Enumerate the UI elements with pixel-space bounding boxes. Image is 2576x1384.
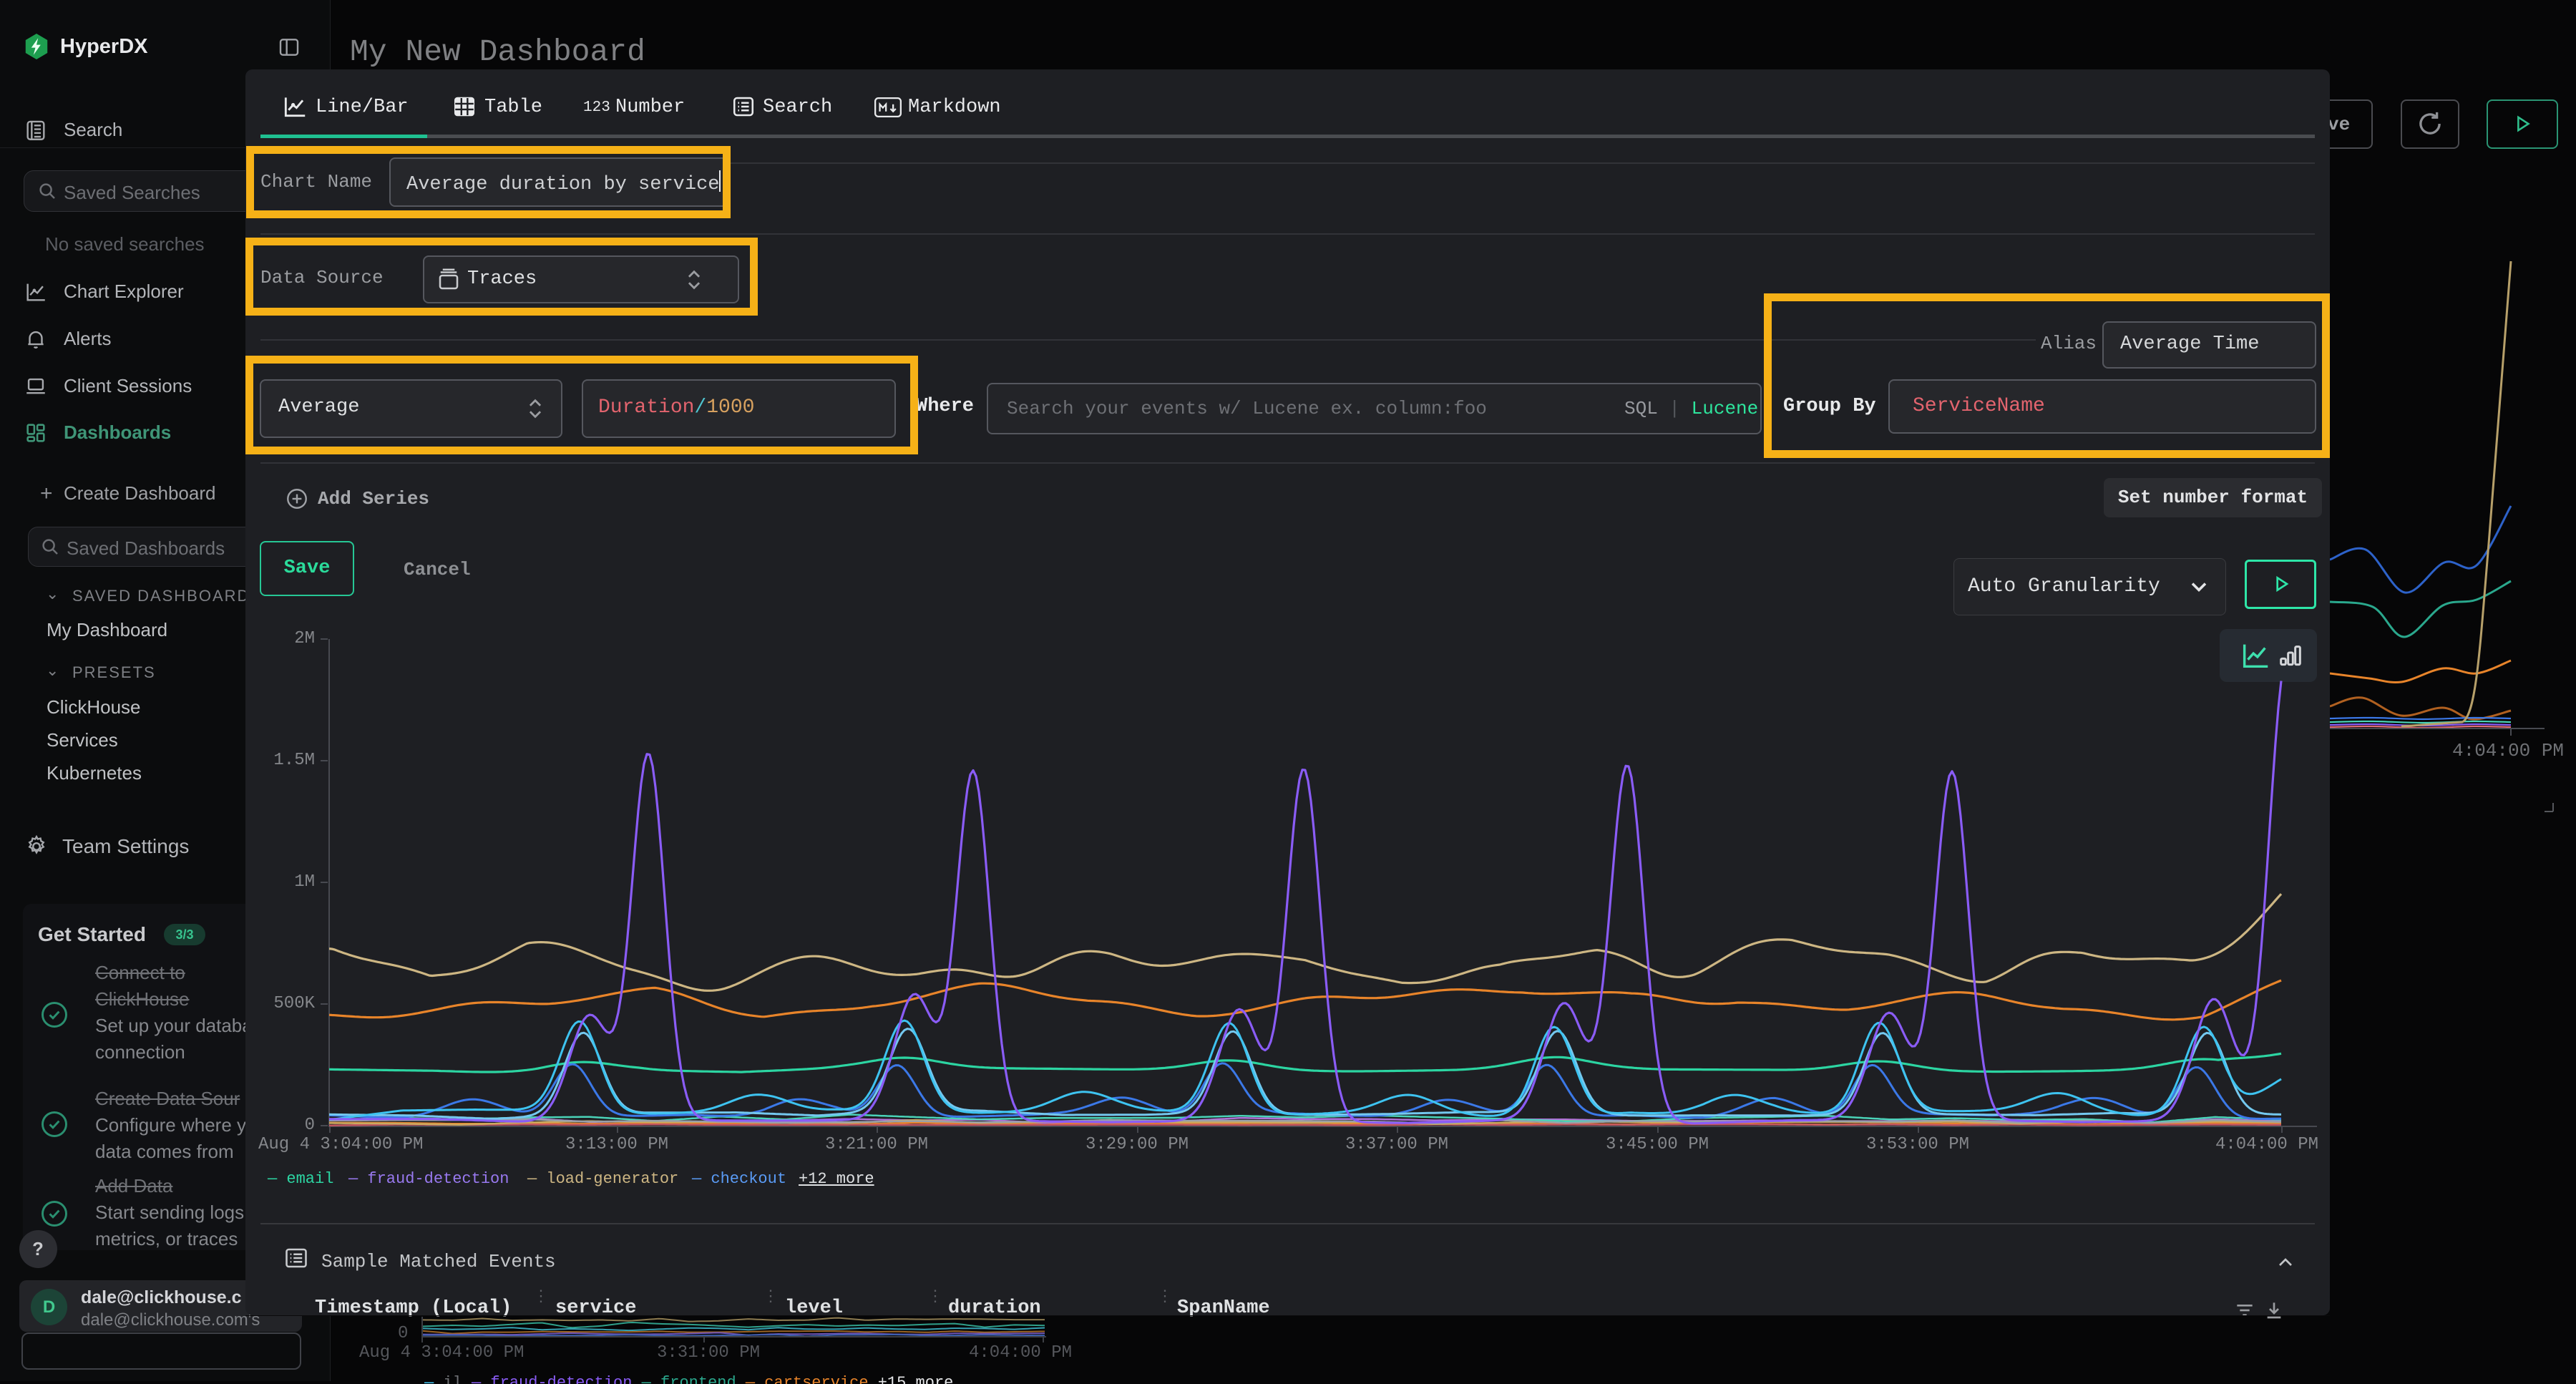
svg-text:?: ? xyxy=(32,1239,44,1259)
